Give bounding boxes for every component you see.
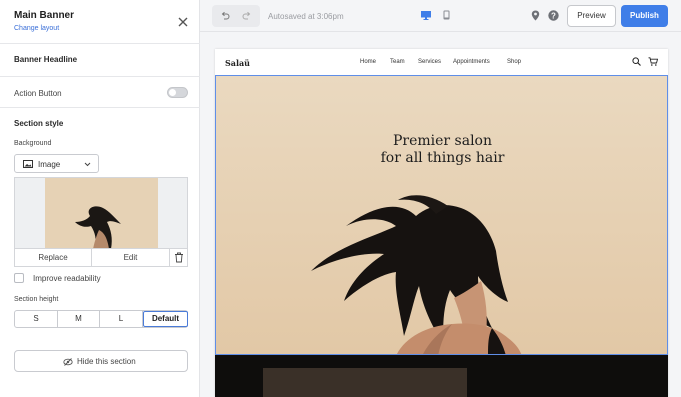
action-button-label: Action Button <box>14 89 62 98</box>
next-section <box>215 355 668 397</box>
site-logo[interactable]: Salaü <box>225 58 250 68</box>
preview-button[interactable]: Preview <box>567 5 616 27</box>
publish-button[interactable]: Publish <box>621 5 668 27</box>
nav-home[interactable]: Home <box>360 59 376 65</box>
nav-shop[interactable]: Shop <box>507 59 521 65</box>
banner-headline-row[interactable]: Banner Headline <box>0 44 200 77</box>
headline-line-2: for all things hair <box>380 150 505 166</box>
background-label: Background <box>14 140 52 147</box>
settings-panel: Main Banner Change layout Banner Headlin… <box>0 0 200 397</box>
image-icon <box>23 160 33 168</box>
panel-header: Main Banner Change layout <box>0 0 200 44</box>
nav-services[interactable]: Services <box>418 59 441 65</box>
background-select[interactable]: Image <box>14 154 99 173</box>
undo-icon[interactable] <box>220 11 230 21</box>
help-icon[interactable]: ? <box>548 10 559 21</box>
cart-icon[interactable] <box>648 57 658 66</box>
main-banner-section[interactable]: Premier salon for all things hair <box>215 75 668 355</box>
height-option-m[interactable]: M <box>58 311 100 327</box>
section-height-label: Section height <box>14 296 59 303</box>
search-icon[interactable] <box>632 57 641 66</box>
site-preview: Salaü Home Team Services Appointments Sh… <box>215 49 668 397</box>
image-actions: Replace Edit <box>14 248 188 267</box>
background-image-preview <box>14 177 188 249</box>
autosave-status: Autosaved at 3:06pm <box>268 12 344 21</box>
banner-headline[interactable]: Premier salon for all things hair <box>216 133 667 167</box>
replace-image-button[interactable]: Replace <box>15 249 92 266</box>
hide-section-button[interactable]: Hide this section <box>14 350 188 372</box>
improve-readability-label: Improve readability <box>33 274 101 283</box>
desktop-view-icon[interactable] <box>421 11 431 20</box>
location-pin-icon[interactable] <box>531 10 540 21</box>
improve-readability-checkbox[interactable] <box>14 273 24 283</box>
mobile-view-icon[interactable] <box>443 10 450 20</box>
svg-text:?: ? <box>551 11 556 20</box>
headline-line-1: Premier salon <box>392 133 493 149</box>
action-button-toggle[interactable] <box>167 87 188 98</box>
site-navbar: Salaü Home Team Services Appointments Sh… <box>215 49 668 75</box>
nav-appointments[interactable]: Appointments <box>453 59 490 65</box>
height-option-l[interactable]: L <box>100 311 143 327</box>
nav-team[interactable]: Team <box>390 59 405 65</box>
background-thumbnail <box>45 178 158 249</box>
chevron-down-icon <box>84 162 91 167</box>
editor-toolbar: Autosaved at 3:06pm ? Preview Publish <box>200 0 681 32</box>
hide-section-label: Hide this section <box>77 357 136 366</box>
action-button-row: Action Button <box>0 77 200 108</box>
next-section-image <box>263 368 467 397</box>
section-style-heading: Section style <box>14 119 64 128</box>
undo-redo-group <box>212 5 260 27</box>
banner-photo <box>216 76 667 354</box>
section-height-selector: S M L Default <box>14 310 188 328</box>
panel-title: Main Banner <box>14 10 75 21</box>
redo-icon[interactable] <box>242 11 252 21</box>
toggle-knob <box>169 89 176 96</box>
height-option-s[interactable]: S <box>15 311 58 327</box>
trash-icon[interactable] <box>174 252 184 263</box>
background-select-value: Image <box>38 160 61 169</box>
change-layout-link[interactable]: Change layout <box>14 25 59 32</box>
banner-headline-label: Banner Headline <box>14 55 78 64</box>
eye-off-icon <box>63 358 73 366</box>
edit-image-button[interactable]: Edit <box>92 249 170 266</box>
height-option-default[interactable]: Default <box>143 311 188 327</box>
close-icon[interactable] <box>176 15 190 29</box>
